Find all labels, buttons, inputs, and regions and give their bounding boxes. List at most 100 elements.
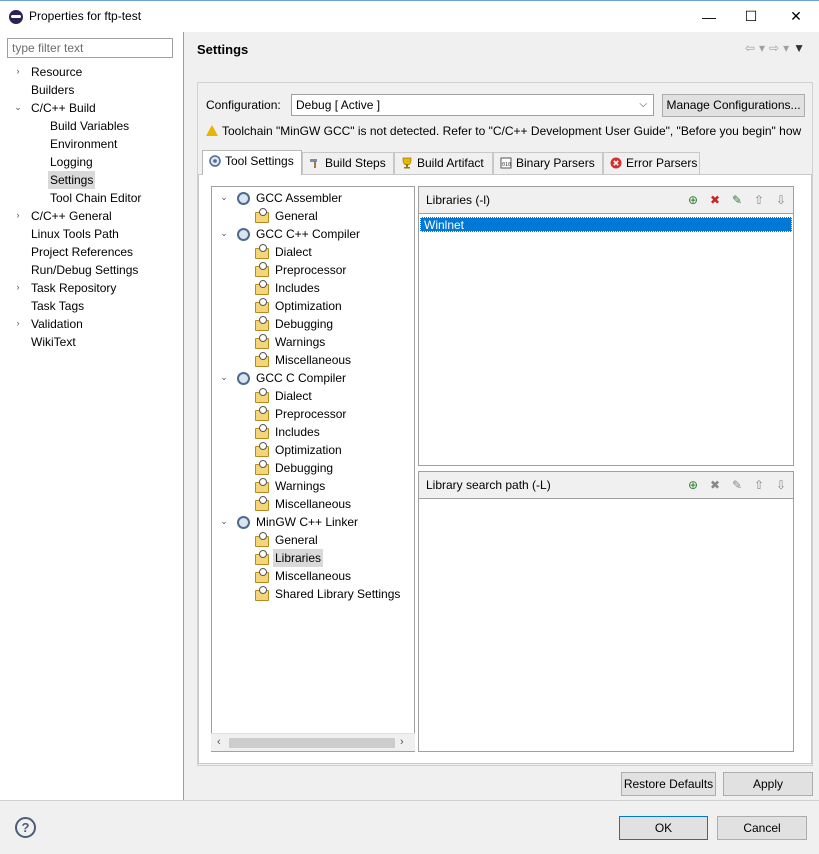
chevron-right-icon[interactable]: ›: [13, 318, 23, 328]
forward-arrow-icon[interactable]: ⇨: [769, 41, 783, 55]
cancel-button[interactable]: Cancel: [717, 816, 807, 840]
option-category-icon: [255, 244, 269, 259]
nav-item-builders[interactable]: Builders: [29, 81, 76, 99]
tab-tool-settings[interactable]: Tool Settings: [202, 150, 302, 175]
tab-build-artifact[interactable]: Build Artifact: [394, 152, 493, 174]
add-icon[interactable]: ⊕: [685, 477, 701, 493]
chevron-down-icon[interactable]: ⌄: [219, 516, 229, 527]
option-category-icon: [255, 334, 269, 349]
warning-icon: [206, 125, 218, 136]
tree-item[interactable]: Optimization: [273, 441, 344, 459]
tree-item[interactable]: MinGW C++ Linker: [254, 513, 360, 531]
edit-icon[interactable]: ✎: [729, 192, 745, 208]
tree-item[interactable]: General: [273, 207, 320, 225]
nav-item-c-c-build[interactable]: C/C++ Build: [29, 99, 98, 117]
nav-item-resource[interactable]: Resource: [29, 63, 84, 81]
tree-item[interactable]: GCC C Compiler: [254, 369, 348, 387]
library-search-path-list[interactable]: [419, 500, 793, 751]
chevron-down-icon[interactable]: ⌄: [13, 102, 23, 113]
scroll-right-icon[interactable]: ›: [400, 736, 404, 748]
nav-item-wikitext[interactable]: WikiText: [29, 333, 78, 351]
delete-icon[interactable]: ✖: [707, 192, 723, 208]
tree-item[interactable]: Debugging: [273, 459, 335, 477]
move-down-icon[interactable]: ⇩: [773, 477, 789, 493]
tree-horizontal-scrollbar[interactable]: ‹ ›: [211, 733, 415, 751]
tree-item[interactable]: Libraries: [273, 549, 324, 567]
view-menu-icon[interactable]: ▼: [793, 41, 809, 55]
tree-item[interactable]: Includes: [273, 279, 322, 297]
tree-item[interactable]: Warnings: [273, 477, 327, 495]
nav-item-build-variables[interactable]: Build Variables: [48, 117, 131, 135]
chevron-right-icon[interactable]: ›: [13, 210, 23, 220]
back-arrow-icon[interactable]: ⇦: [745, 41, 759, 55]
tree-item[interactable]: Preprocessor: [273, 405, 348, 423]
delete-icon[interactable]: ✖: [707, 477, 723, 493]
nav-item-run-debug-settings[interactable]: Run/Debug Settings: [29, 261, 140, 279]
forward-menu-icon[interactable]: ▾: [783, 41, 793, 55]
tree-item[interactable]: General: [273, 531, 320, 549]
tree-item[interactable]: Preprocessor: [273, 261, 348, 279]
nav-item-validation[interactable]: Validation: [29, 315, 85, 333]
nav-item-settings[interactable]: Settings: [48, 171, 96, 189]
page-title: Settings: [197, 42, 249, 57]
tree-item[interactable]: GCC Assembler: [254, 189, 344, 207]
chevron-down-icon[interactable]: ⌄: [219, 228, 229, 239]
libraries-list[interactable]: Winlnet: [419, 215, 793, 465]
nav-item-logging[interactable]: Logging: [48, 153, 95, 171]
option-category-icon: [255, 388, 269, 403]
scroll-left-icon[interactable]: ‹: [217, 736, 221, 748]
tab-error-parsers[interactable]: Error Parsers: [603, 152, 700, 174]
nav-item-c-c-general[interactable]: C/C++ General: [29, 207, 114, 225]
nav-item-environment[interactable]: Environment: [48, 135, 119, 153]
option-category-icon: [255, 262, 269, 277]
option-category-icon: [255, 352, 269, 367]
tab-build-steps[interactable]: Build Steps: [302, 152, 394, 174]
tree-item[interactable]: Dialect: [273, 387, 314, 405]
option-category-icon: [255, 532, 269, 547]
tree-item[interactable]: Includes: [273, 423, 322, 441]
tool-settings-tree[interactable]: ⌄ GCC Assembler General ⌄ GCC C++ Compiler Di…: [211, 186, 415, 752]
chevron-right-icon[interactable]: ›: [13, 66, 23, 76]
maximize-button[interactable]: ☐: [728, 1, 774, 32]
nav-item-project-references[interactable]: Project References: [29, 243, 135, 261]
move-down-icon[interactable]: ⇩: [773, 192, 789, 208]
close-button[interactable]: ✕: [773, 1, 819, 32]
move-up-icon[interactable]: ⇧: [751, 192, 767, 208]
tree-item[interactable]: Miscellaneous: [273, 567, 353, 585]
tab-binary-parsers[interactable]: 010 Binary Parsers: [493, 152, 603, 174]
manage-configurations-button[interactable]: Manage Configurations...: [662, 94, 805, 117]
tree-item[interactable]: Dialect: [273, 243, 314, 261]
ok-button[interactable]: OK: [619, 816, 708, 840]
option-category-icon: [255, 550, 269, 565]
add-icon[interactable]: ⊕: [685, 192, 701, 208]
warning-text: Toolchain "MinGW GCC" is not detected. R…: [222, 124, 802, 138]
configuration-label: Configuration:: [206, 98, 281, 112]
nav-item-task-repository[interactable]: Task Repository: [29, 279, 118, 297]
tree-item[interactable]: GCC C++ Compiler: [254, 225, 362, 243]
chevron-right-icon[interactable]: ›: [13, 282, 23, 292]
library-search-path-panel: Library search path (-L) ⊕ ✖ ✎ ⇧ ⇩: [418, 471, 794, 752]
restore-defaults-button[interactable]: Restore Defaults: [621, 772, 716, 796]
configuration-select[interactable]: Debug [ Active ] ⌵: [291, 94, 654, 116]
tree-item[interactable]: Warnings: [273, 333, 327, 351]
chevron-down-icon[interactable]: ⌄: [219, 192, 229, 203]
tree-item[interactable]: Debugging: [273, 315, 335, 333]
tree-item[interactable]: Miscellaneous: [273, 495, 353, 513]
filter-input[interactable]: [7, 38, 173, 58]
minimize-button[interactable]: —: [686, 1, 732, 32]
scrollbar-thumb[interactable]: [229, 738, 395, 748]
list-item[interactable]: Winlnet: [420, 217, 792, 232]
page-header: Settings ⇦▾⇨▾▼: [184, 32, 819, 68]
chevron-down-icon[interactable]: ⌄: [219, 372, 229, 383]
nav-item-linux-tools-path[interactable]: Linux Tools Path: [29, 225, 121, 243]
move-up-icon[interactable]: ⇧: [751, 477, 767, 493]
tree-item[interactable]: Shared Library Settings: [273, 585, 402, 603]
nav-item-tool-chain-editor[interactable]: Tool Chain Editor: [48, 189, 143, 207]
help-icon[interactable]: ?: [15, 817, 36, 838]
apply-button[interactable]: Apply: [723, 772, 813, 796]
tree-item[interactable]: Optimization: [273, 297, 344, 315]
edit-icon[interactable]: ✎: [729, 477, 745, 493]
tree-item[interactable]: Miscellaneous: [273, 351, 353, 369]
nav-item-task-tags[interactable]: Task Tags: [29, 297, 86, 315]
back-menu-icon[interactable]: ▾: [759, 41, 769, 55]
